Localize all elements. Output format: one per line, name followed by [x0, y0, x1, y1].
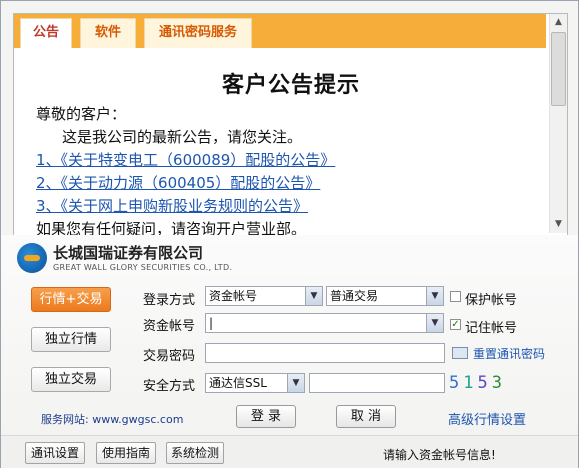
user-guide-button[interactable]: 使用指南 — [96, 442, 156, 464]
login-method-label: 登录方式 — [143, 293, 196, 308]
company-logo: 长城国瑞证券有限公司 GREAT WALL GLORY SECURITIES C… — [17, 239, 232, 279]
cancel-button[interactable]: 取 消 — [336, 405, 396, 428]
scroll-thumb[interactable] — [551, 32, 566, 106]
company-name-cn: 长城国瑞证券有限公司 — [53, 244, 204, 262]
market-trade-button[interactable]: 行情+交易 — [31, 287, 111, 312]
notice-greeting: 尊敬的客户： — [36, 105, 127, 123]
security-label: 安全方式 — [143, 379, 196, 394]
trade-type-select[interactable]: 普通交易 ▼ — [326, 286, 444, 306]
captcha-digit: 5 — [477, 373, 492, 393]
notice-scrollbar[interactable]: ▲ ▼ — [549, 14, 567, 233]
login-panel: 长城国瑞证券有限公司 GREAT WALL GLORY SECURITIES C… — [1, 235, 578, 435]
service-website: 服务网站: www.gwgsc.com — [41, 413, 184, 426]
remember-account-label: 记住帐号 — [465, 321, 518, 336]
status-message: 请输入资金帐号信息! — [383, 448, 496, 462]
captcha-input[interactable] — [309, 373, 445, 393]
scroll-up-icon[interactable]: ▲ — [550, 14, 567, 31]
captcha-digit: 1 — [463, 373, 478, 393]
reset-comm-password-link[interactable]: 重置通讯密码 — [473, 345, 545, 362]
chevron-down-icon: ▼ — [426, 314, 443, 332]
protect-account-label: 保护帐号 — [465, 293, 518, 308]
tab-software[interactable]: 软件 — [80, 18, 136, 48]
comm-settings-button[interactable]: 通讯设置 — [25, 442, 85, 464]
tab-announcement[interactable]: 公告 — [20, 18, 72, 48]
bottom-bar: 通讯设置 使用指南 系统检测 请输入资金帐号信息! — [1, 435, 578, 468]
login-method-select[interactable]: 资金帐号 ▼ — [205, 286, 323, 306]
notice-content: 客户公告提示 尊敬的客户： 这是我公司的最新公告，请您关注。 1、《关于特变电工… — [36, 52, 546, 236]
notice-panel: 公告 软件 通讯密码服务 客户公告提示 尊敬的客户： 这是我公司的最新公告，请您… — [13, 13, 568, 236]
tab-comm-password-service[interactable]: 通讯密码服务 — [144, 18, 252, 48]
logo-emblem-icon — [17, 243, 47, 273]
account-combobox[interactable]: | ▼ — [205, 313, 444, 333]
notice-title: 客户公告提示 — [221, 73, 360, 98]
chevron-down-icon: ▼ — [305, 287, 322, 305]
standalone-trade-button[interactable]: 独立交易 — [31, 367, 111, 392]
notice-tab-bar: 公告 软件 通讯密码服务 — [14, 14, 546, 48]
account-label: 资金帐号 — [143, 319, 196, 334]
advanced-market-settings-link[interactable]: 高级行情设置 — [448, 409, 526, 428]
password-label: 交易密码 — [143, 349, 196, 364]
remember-account-checkbox[interactable]: ✓ — [450, 319, 461, 330]
standalone-market-button[interactable]: 独立行情 — [31, 327, 111, 352]
captcha-digit: 3 — [491, 373, 506, 393]
notice-intro: 这是我公司的最新公告，请您关注。 — [62, 128, 303, 146]
key-icon — [452, 347, 468, 359]
captcha-image[interactable]: 5153 — [449, 373, 505, 393]
captcha-digit: 5 — [449, 373, 464, 393]
security-select[interactable]: 通达信SSL ▼ — [205, 373, 305, 393]
login-method-value: 资金帐号 — [209, 289, 258, 303]
company-name-en: GREAT WALL GLORY SECURITIES CO., LTD. — [53, 263, 233, 272]
scroll-down-icon[interactable]: ▼ — [550, 216, 567, 233]
login-button[interactable]: 登 录 — [236, 405, 296, 428]
notice-link-3[interactable]: 3、《关于网上申购新股业务规则的公告》 — [36, 197, 308, 215]
chevron-down-icon: ▼ — [287, 374, 304, 392]
system-check-button[interactable]: 系统检测 — [166, 442, 224, 464]
password-input[interactable] — [205, 343, 445, 363]
login-window: 公告 软件 通讯密码服务 客户公告提示 尊敬的客户： 这是我公司的最新公告，请您… — [0, 0, 579, 468]
security-value: 通达信SSL — [209, 376, 267, 390]
notice-footer: 如果您有任何疑问，请咨询开户营业部。 — [36, 220, 307, 236]
trade-type-value: 普通交易 — [330, 289, 379, 303]
notice-link-2[interactable]: 2、《关于动力源（600405）配股的公告》 — [36, 174, 320, 192]
protect-account-checkbox[interactable] — [450, 291, 461, 302]
chevron-down-icon: ▼ — [426, 287, 443, 305]
notice-link-1[interactable]: 1、《关于特变电工（600089）配股的公告》 — [36, 151, 335, 169]
